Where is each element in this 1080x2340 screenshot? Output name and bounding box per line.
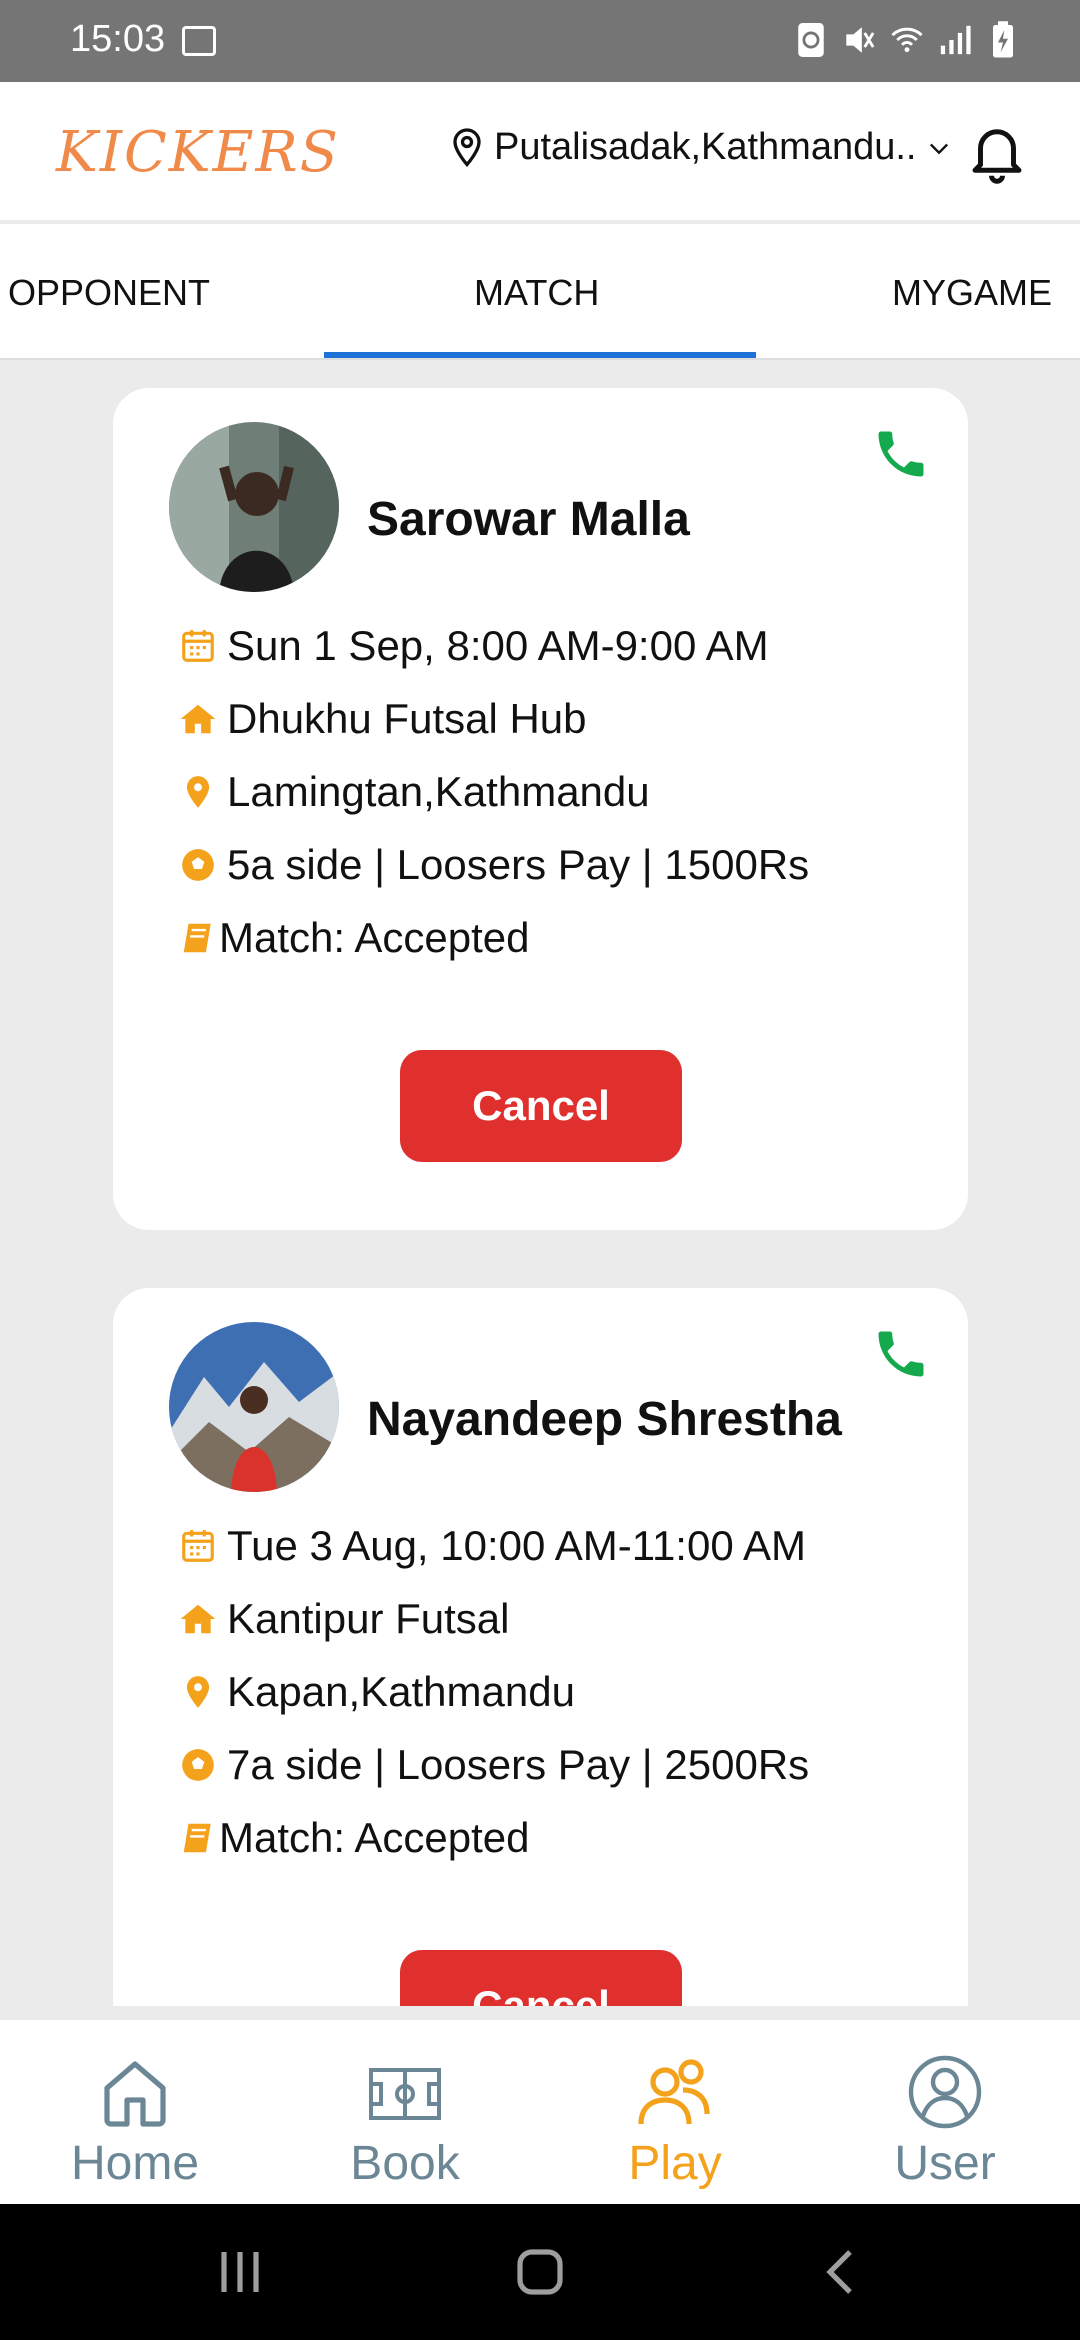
match-venue: Kantipur Futsal bbox=[179, 1595, 509, 1643]
home-venue-icon bbox=[180, 704, 216, 734]
match-address: Kapan,Kathmandu bbox=[179, 1668, 575, 1716]
sync-icon bbox=[798, 23, 824, 57]
app-logo: KICKERS bbox=[56, 120, 341, 185]
calendar-icon bbox=[182, 630, 214, 662]
book-icon bbox=[183, 1823, 211, 1853]
tab-bar: OPPONENT MATCH MYGAME bbox=[0, 224, 1080, 360]
match-list[interactable]: Sarowar Malla Sun 1 Sep, 8:00 AM-9:00 AM… bbox=[0, 362, 1080, 2006]
datetime-text: Sun 1 Sep, 8:00 AM-9:00 AM bbox=[227, 622, 769, 669]
match-status: Match: Accepted bbox=[179, 1814, 530, 1862]
cancel-button[interactable]: Cancel bbox=[400, 1050, 682, 1162]
active-tab-indicator bbox=[324, 352, 756, 358]
match-status: Match: Accepted bbox=[179, 914, 530, 962]
details-text: 7a side | Loosers Pay | 2500Rs bbox=[227, 1741, 810, 1788]
chevron-down-icon bbox=[929, 143, 948, 154]
nav-user[interactable]: User bbox=[845, 2052, 1045, 2191]
wifi-icon bbox=[891, 27, 923, 53]
venue-text: Kantipur Futsal bbox=[227, 1595, 510, 1642]
phone-icon[interactable] bbox=[871, 1324, 931, 1384]
map-pin-icon bbox=[186, 1676, 210, 1708]
match-details: 5a side | Loosers Pay | 1500Rs bbox=[179, 841, 809, 889]
home-icon bbox=[104, 2061, 166, 2127]
signal-icon bbox=[940, 25, 971, 55]
cancel-button[interactable]: Cancel bbox=[400, 1950, 682, 2006]
back-icon[interactable] bbox=[810, 2240, 874, 2304]
match-datetime: Sun 1 Sep, 8:00 AM-9:00 AM bbox=[179, 622, 769, 670]
app-header: KICKERS Putalisadak,Kathmandu.. bbox=[0, 82, 1080, 222]
book-icon bbox=[183, 923, 211, 953]
people-icon bbox=[638, 2059, 710, 2125]
location-label: Putalisadak,Kathmandu.. bbox=[494, 126, 917, 168]
nav-play[interactable]: Play bbox=[575, 2052, 775, 2191]
home-venue-icon bbox=[180, 1604, 216, 1634]
nav-play-label: Play bbox=[628, 2137, 722, 2190]
football-icon bbox=[182, 1749, 214, 1781]
player-name: Sarowar Malla bbox=[367, 493, 690, 546]
battery-icon bbox=[993, 21, 1013, 58]
gallery-notification-icon bbox=[182, 26, 216, 56]
bottom-navigation: Home Book Play User bbox=[0, 2020, 1080, 2204]
recent-apps-icon[interactable] bbox=[208, 2240, 272, 2304]
tab-mygame[interactable]: MYGAME bbox=[892, 272, 1052, 314]
player-name: Nayandeep Shrestha bbox=[367, 1393, 842, 1446]
nav-user-label: User bbox=[894, 2137, 996, 2190]
status-bar: 15:03 bbox=[0, 0, 1080, 82]
home-button-icon[interactable] bbox=[508, 2240, 572, 2304]
calendar-icon bbox=[182, 1530, 214, 1562]
status-time: 15:03 bbox=[70, 18, 166, 60]
football-icon bbox=[182, 849, 214, 881]
nav-book-label: Book bbox=[350, 2137, 460, 2190]
match-datetime: Tue 3 Aug, 10:00 AM-11:00 AM bbox=[179, 1522, 806, 1570]
match-venue: Dhukhu Futsal Hub bbox=[179, 695, 587, 743]
match-details: 7a side | Loosers Pay | 2500Rs bbox=[179, 1741, 809, 1789]
nav-home[interactable]: Home bbox=[35, 2052, 235, 2191]
nav-book[interactable]: Book bbox=[305, 2052, 505, 2191]
nav-home-label: Home bbox=[70, 2137, 200, 2190]
notification-bell-icon[interactable] bbox=[964, 118, 1030, 184]
details-text: 5a side | Loosers Pay | 1500Rs bbox=[227, 841, 810, 888]
address-text: Lamingtan,Kathmandu bbox=[227, 768, 650, 815]
match-card: Nayandeep Shrestha Tue 3 Aug, 10:00 AM-1… bbox=[113, 1288, 968, 2006]
datetime-text: Tue 3 Aug, 10:00 AM-11:00 AM bbox=[227, 1522, 807, 1569]
mute-icon bbox=[846, 27, 875, 53]
user-icon bbox=[908, 2055, 982, 2129]
status-text: Match: Accepted bbox=[219, 914, 530, 961]
venue-text: Dhukhu Futsal Hub bbox=[227, 695, 587, 742]
status-text: Match: Accepted bbox=[219, 1814, 530, 1861]
tab-opponent[interactable]: OPPONENT bbox=[8, 272, 210, 314]
location-pin-icon bbox=[453, 127, 481, 167]
system-navigation-bar bbox=[0, 2204, 1080, 2340]
match-card: Sarowar Malla Sun 1 Sep, 8:00 AM-9:00 AM… bbox=[113, 388, 968, 1230]
avatar bbox=[169, 422, 339, 592]
address-text: Kapan,Kathmandu bbox=[227, 1668, 575, 1715]
field-icon bbox=[369, 2068, 441, 2120]
avatar bbox=[169, 1322, 339, 1492]
tab-match[interactable]: MATCH bbox=[474, 272, 599, 314]
phone-icon[interactable] bbox=[871, 424, 931, 484]
map-pin-icon bbox=[186, 776, 210, 808]
match-address: Lamingtan,Kathmandu bbox=[179, 768, 650, 816]
location-selector[interactable]: Putalisadak,Kathmandu.. bbox=[448, 126, 953, 169]
status-icons bbox=[794, 20, 1020, 60]
